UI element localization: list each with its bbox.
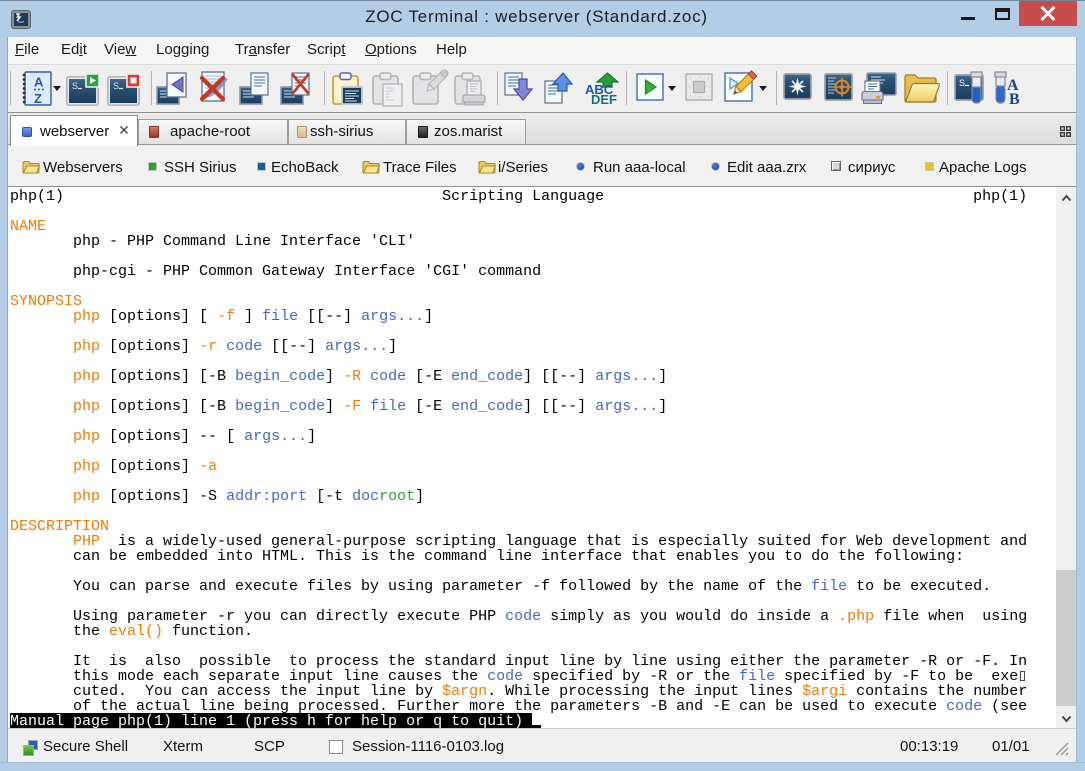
svg-text:S: S [72,81,78,91]
svg-text:DEF: DEF [591,92,617,107]
svg-text:S: S [959,78,965,88]
svg-text:Z: Z [34,91,42,106]
svg-text:S: S [113,81,119,91]
svg-text:A: A [34,75,44,90]
svg-text:B: B [1009,91,1020,108]
